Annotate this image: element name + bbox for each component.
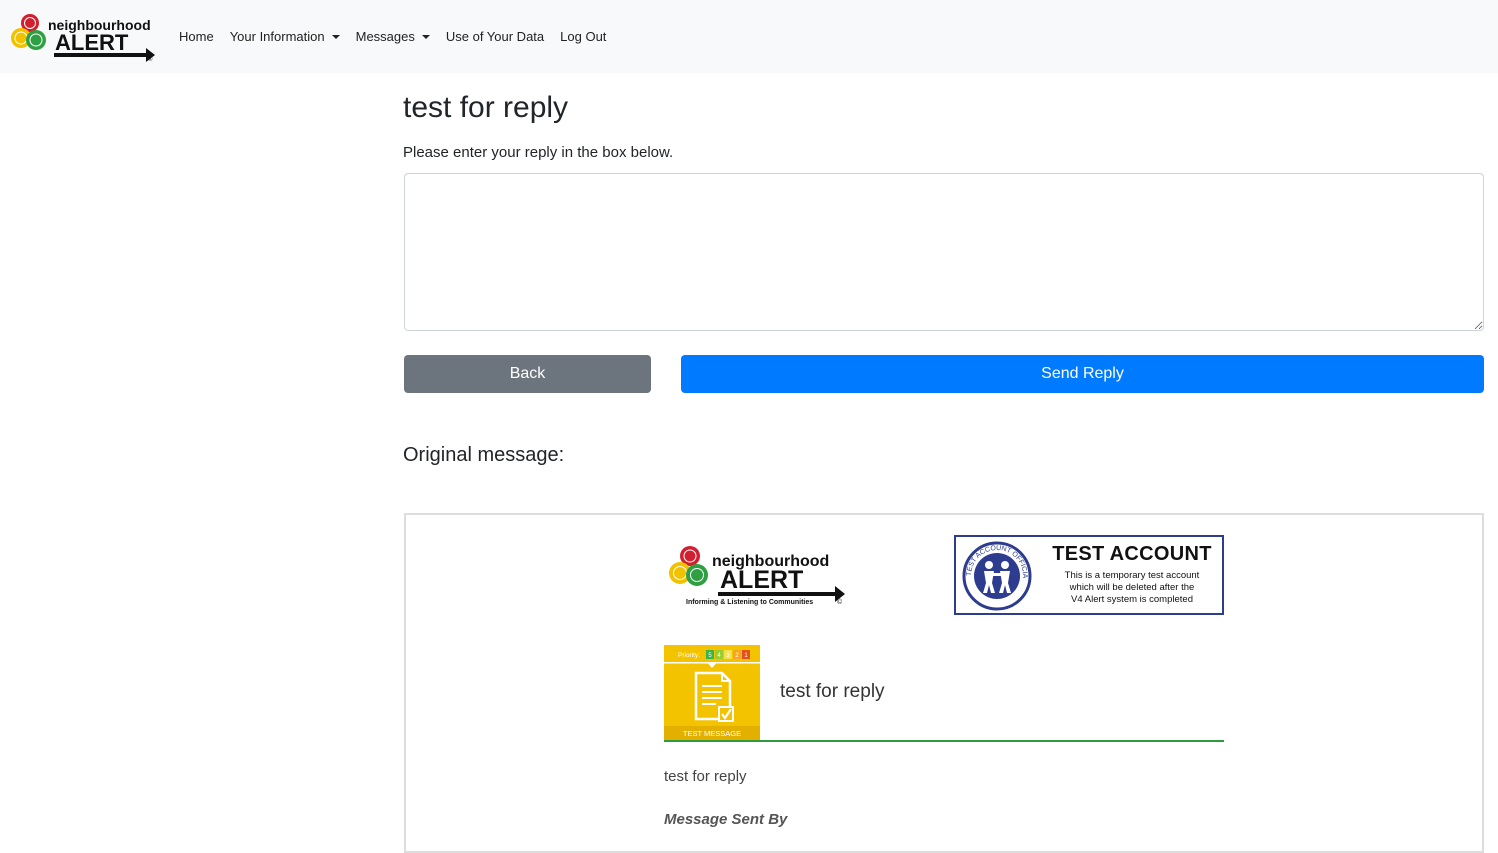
nav-use-of-your-data[interactable]: Use of Your Data xyxy=(438,29,552,44)
test-account-line-2: which will be deleted after the xyxy=(1069,582,1195,593)
original-message-heading: Original message: xyxy=(403,444,565,466)
neighbourhood-alert-logo[interactable]: neighbourhood ALERT ® xyxy=(8,10,158,63)
email-neighbourhood-alert-logo: neighbourhood ALERT Informing & Listenin… xyxy=(660,536,870,614)
original-message-frame xyxy=(404,513,1484,853)
test-account-line-3: V4 Alert system is completed xyxy=(1071,594,1193,605)
nav-messages-label: Messages xyxy=(355,29,415,44)
message-sent-by-label: Message Sent By xyxy=(664,811,788,828)
reply-instructions: Please enter your reply in the box below… xyxy=(403,144,674,161)
nav-log-out-label: Log Out xyxy=(560,29,607,44)
caret-down-icon xyxy=(421,34,430,39)
top-navbar: neighbourhood ALERT ® Home Your Informat… xyxy=(0,0,1498,73)
test-account-title: TEST ACCOUNT xyxy=(1052,543,1212,565)
svg-text:®: ® xyxy=(148,56,153,62)
page-title: test for reply xyxy=(403,91,569,124)
svg-text:ALERT: ALERT xyxy=(720,566,803,594)
svg-text:©: © xyxy=(837,598,843,606)
svg-text:ALERT: ALERT xyxy=(55,30,129,55)
caret-down-icon xyxy=(331,34,340,39)
nav-messages[interactable]: Messages xyxy=(348,29,438,44)
message-body: test for reply xyxy=(664,768,747,785)
main-nav: Home Your Information Messages Use of Yo… xyxy=(171,0,614,73)
message-subject: test for reply xyxy=(780,681,885,702)
send-reply-button[interactable]: Send Reply xyxy=(681,355,1484,393)
nav-your-information[interactable]: Your Information xyxy=(222,29,348,44)
svg-text:TEST MESSAGE: TEST MESSAGE xyxy=(683,729,741,738)
back-button[interactable]: Back xyxy=(404,355,651,393)
test-account-banner: TEST ACCOUNT OFFICIAL SYSTEM TEST ACCOUN… xyxy=(954,535,1224,615)
nav-home[interactable]: Home xyxy=(171,29,222,44)
reply-textarea[interactable] xyxy=(404,173,1484,331)
test-account-line-1: This is a temporary test account xyxy=(1064,570,1200,581)
nav-home-label: Home xyxy=(179,29,214,44)
nav-use-of-your-data-label: Use of Your Data xyxy=(445,29,545,44)
test-account-description: This is a temporary test account which w… xyxy=(1044,570,1220,606)
svg-text:Informing & Listening to Commu: Informing & Listening to Communities xyxy=(686,599,813,606)
subject-divider xyxy=(664,740,1224,742)
svg-text:Priority:: Priority: xyxy=(678,652,700,659)
nav-your-information-label: Your Information xyxy=(229,29,325,44)
nav-log-out[interactable]: Log Out xyxy=(552,29,614,44)
official-seal-icon: TEST ACCOUNT OFFICIAL SYSTEM xyxy=(959,536,1032,611)
test-message-icon: Priority: 5 4 3 2 1 TEST MESSAGE xyxy=(664,645,760,741)
